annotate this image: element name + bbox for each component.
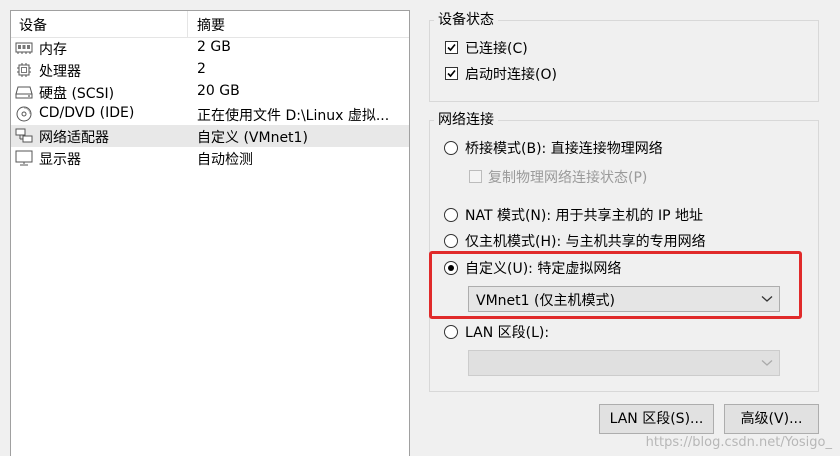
device-list-panel: 设备 摘要 内存 2 GB 处理器 2 硬盘 (SCSI) 20 GB CD/D… [10, 10, 410, 456]
column-separator[interactable] [187, 11, 188, 37]
display-icon [15, 150, 33, 166]
lan-segment-radio[interactable] [444, 325, 458, 339]
custom-network-value: VMnet1 (仅主机模式) [476, 293, 615, 309]
device-row-cd-dvd[interactable]: CD/DVD (IDE) 正在使用文件 D:\Linux 虚拟... [11, 103, 409, 125]
advanced-button[interactable]: 高级(V)... [724, 404, 819, 434]
device-row-network-adapter[interactable]: 网络适配器 自定义 (VMnet1) [11, 125, 409, 147]
harddisk-icon [15, 86, 33, 99]
lan-segments-button[interactable]: LAN 区段(S)... [599, 404, 714, 434]
device-status-group [429, 20, 819, 102]
device-name: CD/DVD (IDE) [39, 105, 135, 121]
replicate-state-checkbox[interactable] [469, 170, 482, 183]
advanced-button-label: 高级(V)... [740, 411, 803, 427]
device-summary: 正在使用文件 D:\Linux 虚拟... [197, 108, 390, 124]
device-summary: 2 [197, 61, 206, 77]
device-row-display[interactable]: 显示器 自动检测 [11, 147, 409, 169]
nat-radio[interactable] [444, 208, 458, 222]
network-adapter-icon [15, 128, 33, 143]
device-summary: 20 GB [197, 83, 240, 99]
bridged-radio[interactable] [444, 141, 458, 155]
lan-segment-label[interactable]: LAN 区段(L): [465, 322, 549, 342]
device-summary: 自定义 (VMnet1) [197, 130, 308, 146]
connect-at-power-on-label[interactable]: 启动时连接(O) [465, 64, 557, 84]
chevron-down-icon [761, 296, 773, 302]
custom-network-select[interactable]: VMnet1 (仅主机模式) [468, 286, 780, 312]
memory-icon [15, 42, 33, 54]
lan-segment-select[interactable] [468, 350, 780, 376]
custom-label[interactable]: 自定义(U): 特定虚拟网络 [465, 258, 621, 278]
device-name: 内存 [39, 42, 67, 58]
custom-radio[interactable] [444, 261, 458, 275]
device-name: 显示器 [39, 152, 81, 168]
watermark-text: https://blog.csdn.net/Yosigo_ [645, 435, 832, 450]
connected-checkbox[interactable] [445, 41, 458, 54]
connect-at-power-on-checkbox[interactable] [445, 67, 458, 80]
device-name: 硬盘 (SCSI) [39, 86, 115, 102]
device-summary: 2 GB [197, 39, 231, 55]
host-only-radio[interactable] [444, 234, 458, 248]
replicate-state-label[interactable]: 复制物理网络连接状态(P) [488, 167, 647, 187]
column-header-summary[interactable]: 摘要 [197, 15, 225, 35]
device-row-memory[interactable]: 内存 2 GB [11, 37, 409, 59]
column-header-device[interactable]: 设备 [19, 15, 47, 35]
chevron-down-icon [761, 360, 773, 366]
device-summary: 自动检测 [197, 152, 253, 168]
device-list-header: 设备 摘要 [11, 11, 409, 38]
connected-label[interactable]: 已连接(C) [465, 38, 528, 58]
network-connection-title: 网络连接 [434, 112, 498, 128]
bridged-label[interactable]: 桥接模式(B): 直接连接物理网络 [465, 138, 663, 158]
processor-icon [17, 63, 31, 77]
host-only-label[interactable]: 仅主机模式(H): 与主机共享的专用网络 [465, 231, 706, 251]
device-name: 网络适配器 [39, 130, 109, 146]
device-name: 处理器 [39, 64, 81, 80]
lan-segments-button-label: LAN 区段(S)... [609, 411, 704, 427]
radio-selected-dot [448, 265, 454, 271]
device-row-processor[interactable]: 处理器 2 [11, 59, 409, 81]
checkmark-icon [447, 69, 456, 78]
device-status-title: 设备状态 [434, 12, 498, 28]
device-row-harddisk[interactable]: 硬盘 (SCSI) 20 GB [11, 81, 409, 103]
checkmark-icon [447, 43, 456, 52]
nat-label[interactable]: NAT 模式(N): 用于共享主机的 IP 地址 [465, 205, 703, 225]
cd-dvd-icon [16, 106, 32, 122]
